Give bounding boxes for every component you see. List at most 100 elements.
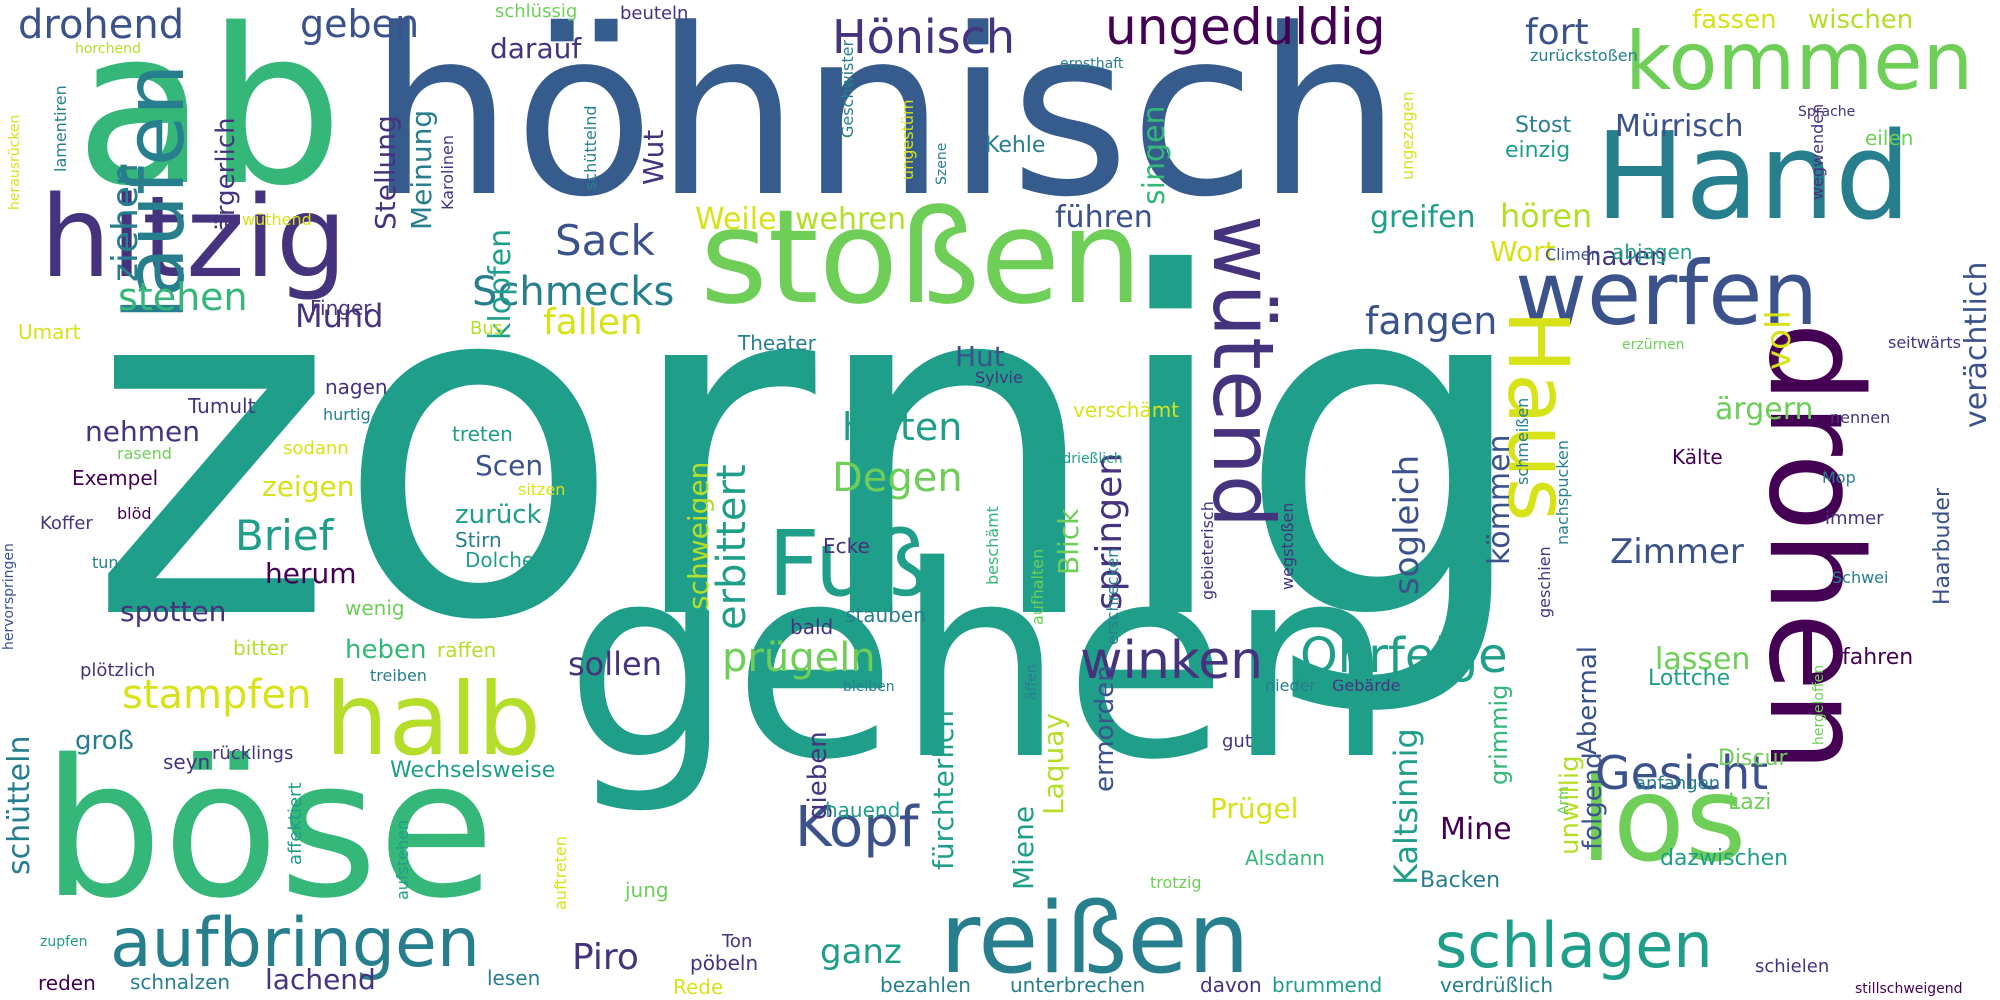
word-nieder: nieder (1265, 676, 1317, 695)
word-wut: Wut (637, 129, 670, 185)
word-kehle: Kehle (985, 133, 1046, 158)
word-mine: Mine (1440, 812, 1512, 847)
word-zurueck: zurück (455, 500, 542, 530)
word-bezahlen: bezahlen (880, 973, 971, 997)
word-eilen: eilen (1865, 126, 1914, 150)
word-gebaerde: Gebärde (1332, 676, 1401, 695)
word-wischen: wischen (1808, 5, 1914, 35)
word-treten: treten (452, 422, 513, 446)
word-abjagen: abjagen (1612, 240, 1693, 264)
word-haarbuder: Haarbuder (1930, 487, 1955, 605)
word-heben: heben (345, 635, 427, 665)
word-greifen: greifen (1370, 200, 1476, 235)
word-ziehen: ziehen (105, 163, 146, 282)
word-arm: Arm (1556, 786, 1572, 815)
word-discur: Discur (1718, 746, 1788, 771)
word-bus: Bus (470, 318, 504, 339)
word-climen: Climen (1545, 245, 1601, 264)
word-fahren: fahren (1842, 645, 1914, 670)
word-anfangen: anfangen (1635, 773, 1721, 794)
word-spotten: spotten (120, 595, 227, 628)
word-reden: reden (38, 971, 96, 995)
word-geschwister: Geschwister (838, 39, 857, 138)
word-fuerchterlich: fürchterlich (927, 709, 960, 870)
word-erschrecken: erschrecken (1103, 547, 1122, 645)
word-darauf: darauf (490, 32, 582, 65)
word-sylvie: Sylvie (975, 368, 1023, 387)
word-einzig: einzig (1505, 138, 1571, 163)
word-hauend: hauend (825, 798, 901, 822)
word-stauben: stauben (845, 603, 926, 627)
word-aufstehen: aufstehen (393, 819, 412, 900)
word-brief: Brief (235, 511, 334, 560)
word-wuetend: wütend (1194, 215, 1292, 529)
word-wechselsweise: Wechselsweise (390, 758, 556, 783)
word-gebieterisch: gebieterisch (1198, 501, 1217, 600)
word-sack: Sack (555, 216, 655, 265)
word-bleiben: bleiben (843, 679, 895, 695)
word-sogleich: sogleich (1387, 454, 1427, 595)
word-zimmer: Zimmer (1610, 532, 1744, 572)
word-ganz: ganz (820, 932, 902, 972)
word-wegwenden: wegwenden (1808, 103, 1827, 200)
word-affektiert: affektiert (285, 782, 306, 865)
word-immer: immer (1825, 508, 1884, 529)
word-alsdann: Alsdann (1245, 846, 1325, 870)
word-wuethend: wüthend (242, 210, 312, 229)
word-aergern: ärgern (1715, 392, 1814, 427)
word-stillschweigend: stillschweigend (1855, 981, 1963, 997)
word-grimmig: grimmig (1485, 684, 1513, 785)
word-stost: Stost (1515, 113, 1572, 138)
word-wegstossen: wegstoßen (1278, 502, 1297, 590)
word-sollen: sollen (568, 645, 662, 683)
word-lesen: lesen (487, 966, 541, 990)
word-nennen: nennen (1830, 408, 1891, 427)
word-schlagen: schlagen (1435, 909, 1713, 982)
word-ungeduldig: ungeduldig (1105, 0, 1386, 56)
word-karolinen: Karolinen (438, 134, 457, 210)
word-stehen: stehen (118, 275, 248, 319)
word-trotzig: trotzig (1150, 873, 1202, 892)
word-schuetteln: schütteln (2, 735, 37, 875)
word-voll: voll (1759, 310, 1799, 370)
word-rede: Rede (673, 975, 724, 999)
word-fassen: fassen (1692, 5, 1777, 35)
word-pruegel: Prügel (1210, 792, 1299, 825)
word-stellung: Stellung (369, 115, 402, 230)
word-kommen: kommen (1625, 15, 1974, 108)
word-bald: bald (790, 615, 834, 639)
word-degen: Degen (832, 455, 963, 501)
word-drohend: drohend (18, 2, 185, 48)
word-nachspucken: nachspucken (1553, 440, 1572, 545)
word-verdriesslich: verdrießlich (1040, 451, 1123, 467)
word-schuettelnd: schüttelnd (581, 105, 600, 190)
word-zurueckstossen: zurückstoßen (1530, 46, 1638, 65)
word-ungestuem: ungestüm (898, 99, 917, 180)
word-aufhalten: aufhalten (1028, 548, 1047, 625)
word-schweigen: schweigen (682, 461, 715, 610)
word-cloud: zornig gehen höhnisch ab böse drohen sto… (0, 0, 2000, 1000)
word-scen: Scen (475, 449, 544, 482)
word-tumult: Tumult (188, 394, 256, 418)
word-meinung: Meinung (405, 109, 438, 230)
word-herum: herum (265, 557, 357, 590)
word-fuehren: führen (1055, 200, 1153, 235)
word-geben: geben (300, 2, 420, 46)
word-verschaemt: verschämt (1073, 398, 1180, 422)
word-nehmen: nehmen (85, 415, 200, 448)
word-schluessig: schlüssig (495, 1, 578, 22)
word-davon: davon (1200, 973, 1262, 997)
word-erzuernen: erzürnen (1622, 337, 1685, 353)
word-ton: Ton (722, 931, 753, 952)
word-schnalzen: schnalzen (130, 970, 231, 994)
word-aergerlich: ärgerlich (211, 117, 241, 232)
word-backen: Backen (1420, 868, 1501, 893)
word-fallen: fallen (543, 302, 643, 343)
word-laquay: Laquay (1037, 712, 1070, 815)
word-brummend: brummend (1272, 973, 1383, 997)
word-bitter: bitter (233, 636, 288, 660)
word-ploetzlich: plötzlich (80, 660, 156, 681)
word-fangen: fangen (1365, 299, 1498, 343)
word-beuteln: beuteln (620, 3, 689, 24)
word-exempel: Exempel (72, 466, 159, 490)
